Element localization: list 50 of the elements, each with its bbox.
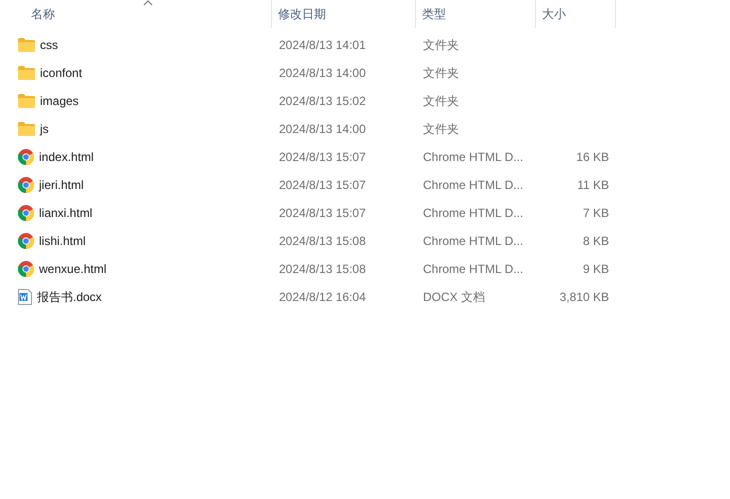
folder-icon xyxy=(18,94,35,108)
file-type: Chrome HTML D... xyxy=(422,178,524,192)
file-type: DOCX 文档 xyxy=(422,288,486,306)
file-size: 11 KB xyxy=(576,178,610,192)
document-icon xyxy=(18,289,32,305)
file-name[interactable]: jieri.html xyxy=(39,178,84,192)
browser-icon xyxy=(18,205,34,221)
file-type: 文件夹 xyxy=(422,64,460,82)
file-name[interactable]: iconfont xyxy=(40,66,82,80)
file-size: 9 KB xyxy=(582,262,610,276)
file-name[interactable]: index.html xyxy=(39,150,94,164)
file-size: 16 KB xyxy=(575,150,610,164)
file-name[interactable]: lishi.html xyxy=(39,234,86,248)
file-type: Chrome HTML D... xyxy=(422,262,524,276)
file-type: 文件夹 xyxy=(422,36,460,54)
browser-icon xyxy=(18,233,34,249)
file-name[interactable]: images xyxy=(40,94,79,108)
file-name[interactable]: lianxi.html xyxy=(39,206,92,220)
column-header[interactable]: 修改日期 xyxy=(272,0,416,28)
folder-icon xyxy=(18,38,35,52)
file-size: 8 KB xyxy=(582,234,610,248)
modified-date: 2024/8/13 14:00 xyxy=(278,122,367,136)
column-header[interactable]: 类型 xyxy=(416,0,536,28)
folder-icon xyxy=(18,122,35,136)
file-type: Chrome HTML D... xyxy=(422,150,524,164)
modified-date: 2024/8/12 16:04 xyxy=(278,290,367,304)
file-name[interactable]: css xyxy=(40,38,58,52)
modified-date: 2024/8/13 15:08 xyxy=(278,262,367,276)
modified-date: 2024/8/13 15:02 xyxy=(278,94,367,108)
file-type: 文件夹 xyxy=(422,120,460,138)
column-header[interactable]: 大小 xyxy=(536,0,616,28)
column-header[interactable]: 名称 xyxy=(0,0,272,28)
file-type: Chrome HTML D... xyxy=(422,234,524,248)
file-type: Chrome HTML D... xyxy=(422,206,524,220)
modified-date: 2024/8/13 15:08 xyxy=(278,234,367,248)
file-type: 文件夹 xyxy=(422,92,460,110)
modified-date: 2024/8/13 14:01 xyxy=(278,38,367,52)
browser-icon xyxy=(18,149,34,165)
file-size: 7 KB xyxy=(582,206,610,220)
modified-date: 2024/8/13 15:07 xyxy=(278,150,367,164)
modified-date: 2024/8/13 14:00 xyxy=(278,66,367,80)
file-name[interactable]: js xyxy=(40,122,49,136)
file-size: 3,810 KB xyxy=(558,290,610,304)
file-name[interactable]: 报告书.docx xyxy=(37,288,102,306)
browser-icon xyxy=(18,261,34,277)
file-name[interactable]: wenxue.html xyxy=(39,262,106,276)
folder-icon xyxy=(18,66,35,80)
modified-date: 2024/8/13 15:07 xyxy=(278,178,367,192)
modified-date: 2024/8/13 15:07 xyxy=(278,206,367,220)
browser-icon xyxy=(18,177,34,193)
